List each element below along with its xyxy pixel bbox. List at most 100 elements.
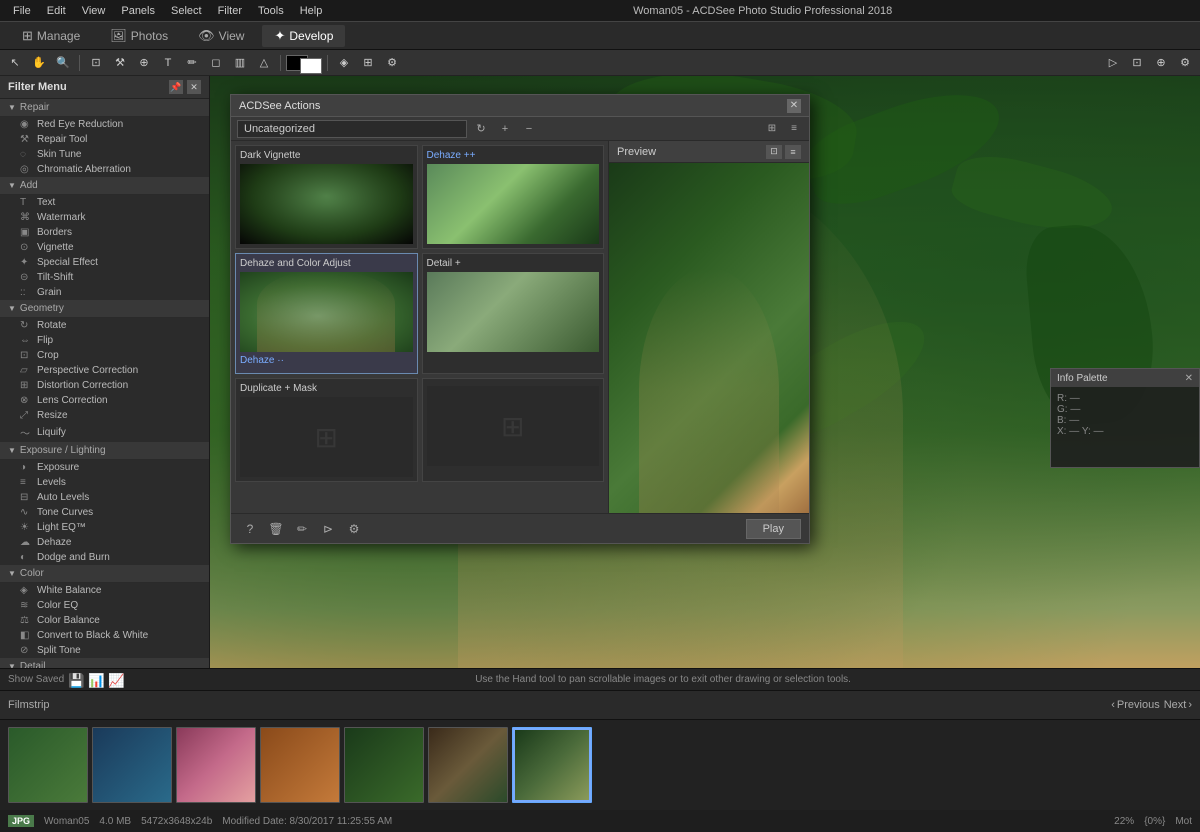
filter-grain[interactable]: :: Grain xyxy=(0,285,209,300)
tool-extra-3[interactable]: ⊕ xyxy=(1150,53,1172,73)
filter-text[interactable]: T Text xyxy=(0,195,209,210)
tab-photos[interactable]: 🖼 Photos xyxy=(98,25,180,47)
tool-brush[interactable]: ✏ xyxy=(181,53,203,73)
tool-eraser[interactable]: ◻ xyxy=(205,53,227,73)
tab-manage[interactable]: ⊞ Manage xyxy=(10,25,92,47)
filter-flip[interactable]: ⇔ Flip xyxy=(0,333,209,348)
menu-panels[interactable]: Panels xyxy=(114,3,162,19)
tool-shape[interactable]: △ xyxy=(253,53,275,73)
filter-borders[interactable]: ▣ Borders xyxy=(0,225,209,240)
preview-settings-btn[interactable]: ≡ xyxy=(785,145,801,159)
filter-auto-levels[interactable]: ⊟ Auto Levels xyxy=(0,490,209,505)
dialog-remove-btn[interactable]: − xyxy=(519,120,539,138)
filter-exposure[interactable]: ◑ Exposure xyxy=(0,460,209,475)
show-saved-btn-1[interactable]: 💾 xyxy=(68,673,84,687)
section-add[interactable]: ▼ Add xyxy=(0,177,209,195)
section-exposure[interactable]: ▼ Exposure / Lighting xyxy=(0,442,209,460)
section-detail[interactable]: ▼ Detail xyxy=(0,658,209,668)
category-input[interactable] xyxy=(237,120,467,138)
section-color[interactable]: ▼ Color xyxy=(0,565,209,583)
background-color[interactable] xyxy=(300,58,322,74)
filter-split-tone[interactable]: ⊘ Split Tone xyxy=(0,643,209,658)
dialog-add-btn[interactable]: + xyxy=(495,120,515,138)
filmstrip-next-btn[interactable]: Next › xyxy=(1164,699,1192,711)
action-dark-vignette[interactable]: Dark Vignette xyxy=(235,145,418,249)
filter-chromatic[interactable]: ◎ Chromatic Aberration xyxy=(0,162,209,177)
dialog-close-btn[interactable]: ✕ xyxy=(787,99,801,113)
dialog-refresh-btn[interactable]: ↻ xyxy=(471,120,491,138)
filmstrip-thumb-7[interactable] xyxy=(512,727,592,803)
tool-clone[interactable]: ⊕ xyxy=(133,53,155,73)
tool-heal[interactable]: ⚒ xyxy=(109,53,131,73)
action-duplicate-mask[interactable]: Duplicate + Mask ⊞ xyxy=(235,378,418,482)
menu-edit[interactable]: Edit xyxy=(40,3,73,19)
dialog-layout-btn-2[interactable]: ≡ xyxy=(785,120,803,138)
filter-perspective[interactable]: ▱ Perspective Correction xyxy=(0,363,209,378)
filter-distortion[interactable]: ⊞ Distortion Correction xyxy=(0,378,209,393)
info-palette-close[interactable]: ✕ xyxy=(1185,373,1193,384)
tool-crop[interactable]: ⊡ xyxy=(85,53,107,73)
section-repair[interactable]: ▼ Repair xyxy=(0,99,209,117)
show-saved-btn-2[interactable]: 📊 xyxy=(88,673,104,687)
filter-skin-tune[interactable]: ◌ Skin Tune xyxy=(0,147,209,162)
menu-select[interactable]: Select xyxy=(164,3,209,19)
menu-filter[interactable]: Filter xyxy=(211,3,249,19)
filter-dodge-burn[interactable]: ◐ Dodge and Burn xyxy=(0,550,209,565)
dialog-help-btn[interactable]: ? xyxy=(239,519,261,539)
filter-special-effect[interactable]: ✦ Special Effect xyxy=(0,255,209,270)
show-saved-btn-3[interactable]: 📈 xyxy=(108,673,124,687)
tool-settings-3[interactable]: ⚙ xyxy=(381,53,403,73)
filter-liquify[interactable]: 〜 Liquify xyxy=(0,423,209,442)
filter-resize[interactable]: ⤢ Resize xyxy=(0,408,209,423)
tool-hand[interactable]: ✋ xyxy=(28,53,50,73)
tool-extra-1[interactable]: ▷ xyxy=(1102,53,1124,73)
filmstrip-thumb-4[interactable] xyxy=(260,727,340,803)
filter-lens[interactable]: ⊗ Lens Correction xyxy=(0,393,209,408)
dialog-delete-btn[interactable]: 🗑 xyxy=(265,519,287,539)
filmstrip-thumb-6[interactable] xyxy=(428,727,508,803)
tool-text[interactable]: T xyxy=(157,53,179,73)
filter-repair-tool[interactable]: ⚒ Repair Tool xyxy=(0,132,209,147)
action-dehaze[interactable]: Dehaze ++ xyxy=(422,145,605,249)
tool-zoom[interactable]: 🔍 xyxy=(52,53,74,73)
action-detail[interactable]: Detail + xyxy=(422,253,605,374)
filter-white-balance[interactable]: ◈ White Balance xyxy=(0,583,209,598)
filter-rotate[interactable]: ↻ Rotate xyxy=(0,318,209,333)
action-unknown[interactable]: ⊞ xyxy=(422,378,605,482)
filmstrip-thumb-2[interactable] xyxy=(92,727,172,803)
tab-view[interactable]: 👁 View xyxy=(186,25,256,47)
filter-crop[interactable]: ⊡ Crop xyxy=(0,348,209,363)
panel-pin-btn[interactable]: 📌 xyxy=(169,80,183,94)
dialog-settings-btn2[interactable]: ⚙ xyxy=(343,519,365,539)
filter-tilt-shift[interactable]: ⊝ Tilt-Shift xyxy=(0,270,209,285)
tool-settings-2[interactable]: ⊞ xyxy=(357,53,379,73)
dialog-edit-btn[interactable]: ✏ xyxy=(291,519,313,539)
filmstrip-thumb-5[interactable] xyxy=(344,727,424,803)
dialog-layout-btn-1[interactable]: ⊞ xyxy=(763,120,781,138)
preview-expand-btn[interactable]: ⊡ xyxy=(766,145,782,159)
panel-close-btn[interactable]: ✕ xyxy=(187,80,201,94)
play-button[interactable]: Play xyxy=(746,519,801,539)
filter-levels[interactable]: ≡ Levels xyxy=(0,475,209,490)
dialog-share-btn[interactable]: ⊳ xyxy=(317,519,339,539)
tool-pointer[interactable]: ↖ xyxy=(4,53,26,73)
filter-color-balance[interactable]: ⚖ Color Balance xyxy=(0,613,209,628)
tool-extra-4[interactable]: ⚙ xyxy=(1174,53,1196,73)
filter-red-eye[interactable]: ◉ Red Eye Reduction xyxy=(0,117,209,132)
filter-vignette[interactable]: ⊙ Vignette xyxy=(0,240,209,255)
filmstrip-thumb-1[interactable] xyxy=(8,727,88,803)
filmstrip-prev-btn[interactable]: ‹ Previous xyxy=(1111,699,1159,711)
menu-tools[interactable]: Tools xyxy=(251,3,291,19)
filter-watermark[interactable]: ⌘ Watermark xyxy=(0,210,209,225)
section-geometry[interactable]: ▼ Geometry xyxy=(0,300,209,318)
action-dehaze-color[interactable]: Dehaze and Color Adjust Dehaze ·· xyxy=(235,253,418,374)
menu-file[interactable]: File xyxy=(6,3,38,19)
tool-settings-1[interactable]: ◈ xyxy=(333,53,355,73)
filter-dehaze[interactable]: ☁ Dehaze xyxy=(0,535,209,550)
filter-bw[interactable]: ◧ Convert to Black & White xyxy=(0,628,209,643)
menu-view[interactable]: View xyxy=(75,3,113,19)
filmstrip-thumb-3[interactable] xyxy=(176,727,256,803)
tool-extra-2[interactable]: ⊡ xyxy=(1126,53,1148,73)
filter-color-eq[interactable]: ≋ Color EQ xyxy=(0,598,209,613)
tab-develop[interactable]: ✦ Develop xyxy=(262,25,345,47)
